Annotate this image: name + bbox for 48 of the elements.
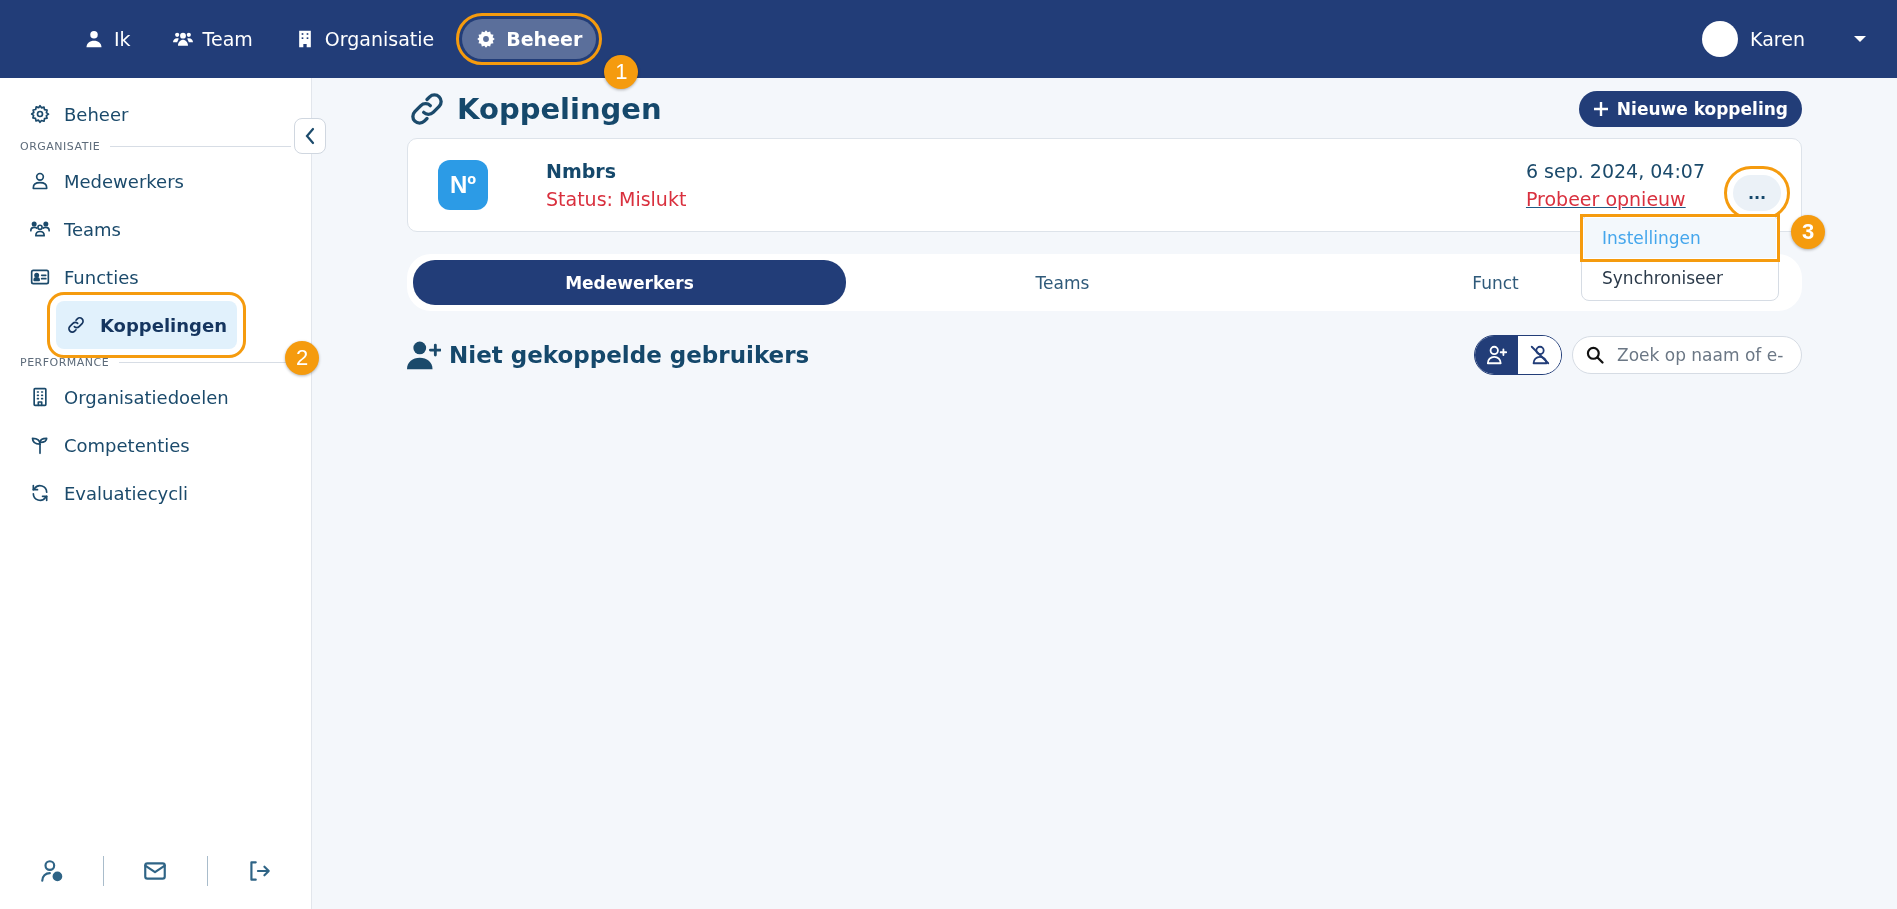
chevron-left-icon — [304, 127, 316, 145]
tab[interactable]: Teams — [846, 260, 1279, 305]
building-icon — [30, 387, 50, 407]
person-icon — [30, 171, 50, 191]
person-icon — [84, 29, 104, 49]
logo: Nº — [438, 160, 488, 210]
section-label: PERFORMANCE — [20, 356, 110, 369]
sprout-icon — [30, 435, 50, 455]
user-plus-icon — [1485, 344, 1508, 366]
sidebar-item[interactable]: Beheer — [20, 90, 291, 138]
sidebar-item[interactable]: Medewerkers — [20, 157, 291, 205]
section-title: Niet gekoppelde gebruikers — [449, 342, 810, 368]
id-card-icon — [30, 267, 50, 287]
link-icon — [65, 315, 86, 335]
caret-icon[interactable] — [1853, 35, 1867, 43]
avatar[interactable] — [1702, 21, 1739, 57]
sidebar-item[interactable]: Competenties — [20, 421, 291, 469]
nav-item[interactable]: Ik — [70, 19, 145, 59]
page-title: Koppelingen — [457, 92, 662, 126]
step-badge: 2 — [285, 341, 319, 375]
sidebar-item[interactable]: Functies — [20, 253, 291, 301]
refresh-icon — [30, 483, 50, 503]
filter-toggle-button[interactable] — [1518, 336, 1561, 374]
status-text: Status: Mislukt — [546, 188, 687, 210]
collapse-button[interactable] — [294, 118, 326, 154]
gear-icon — [30, 104, 50, 124]
sync-date: 6 sep. 2024, 04:07 — [1525, 160, 1705, 182]
search-field[interactable]: Zoek op naam of e- — [1572, 336, 1802, 374]
plus-icon — [1592, 101, 1609, 117]
sidebar-item[interactable]: Teams — [20, 205, 291, 253]
tab[interactable]: Medewerkers — [413, 260, 846, 305]
user-off-icon — [1528, 344, 1551, 366]
new-link-button[interactable]: Nieuwe koppeling — [1578, 91, 1802, 127]
section-label: ORGANISATIE — [20, 140, 101, 153]
nav-item[interactable]: Team — [158, 19, 267, 59]
gear-icon — [476, 29, 497, 49]
retry-link[interactable]: Probeer opnieuw — [1525, 188, 1686, 210]
search-icon — [1585, 345, 1605, 365]
menu-item[interactable]: Synchroniseer — [1584, 258, 1776, 298]
sidebar-item[interactable]: Organisatiedoelen — [20, 373, 291, 421]
step-badge: 3 — [1791, 215, 1825, 249]
user-name[interactable]: Karen — [1750, 28, 1805, 50]
integration-name: Nmbrs — [546, 160, 617, 182]
nav-item[interactable]: Organisatie — [280, 19, 449, 59]
sidebar-item[interactable]: Evaluatiecycli — [20, 469, 291, 517]
filter-toggle-button[interactable] — [1475, 336, 1518, 374]
step-badge: 1 — [604, 55, 639, 89]
group-icon — [30, 219, 50, 239]
